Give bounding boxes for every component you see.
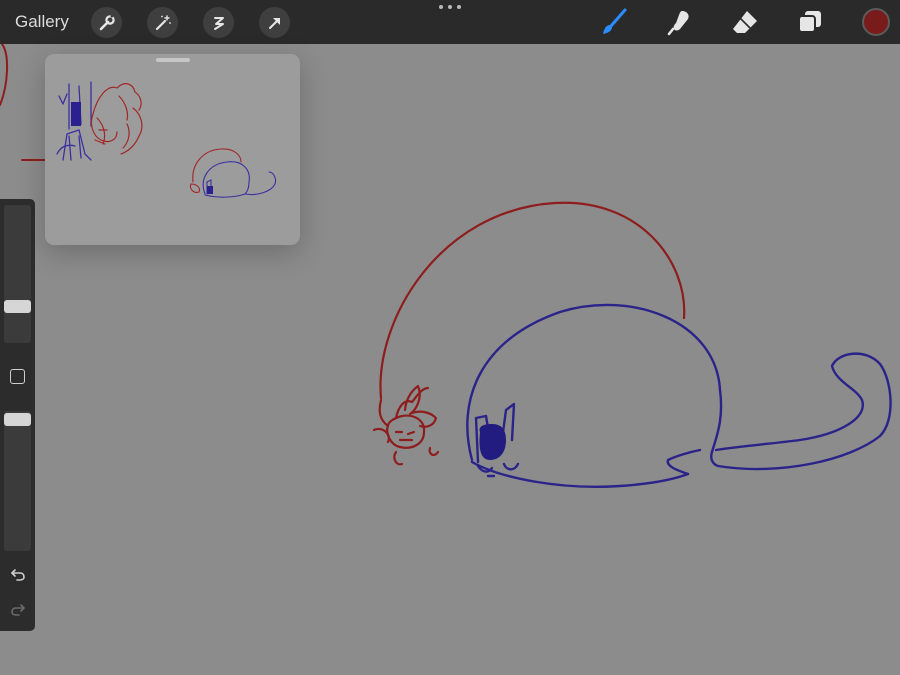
undo-icon: [10, 568, 25, 581]
brush-icon: [603, 8, 627, 34]
layers-button[interactable]: [793, 5, 827, 39]
opacity-thumb[interactable]: [4, 413, 31, 426]
selection-icon: [213, 16, 224, 30]
reference-window[interactable]: [45, 54, 300, 245]
brush-size-slider[interactable]: [4, 205, 31, 343]
left-sidebar: [0, 199, 35, 631]
brush-size-thumb[interactable]: [4, 300, 31, 313]
smudge-icon: [667, 11, 689, 36]
selection-button[interactable]: [203, 7, 234, 38]
layers-icon: [798, 11, 821, 33]
red-stroke-fragment: [0, 43, 9, 106]
dot-icon: [457, 5, 461, 9]
eraser-icon: [733, 11, 757, 33]
redo-button[interactable]: [8, 599, 27, 618]
opacity-slider[interactable]: [4, 411, 31, 551]
actions-button[interactable]: [91, 7, 122, 38]
transform-arrow-icon: [268, 17, 280, 29]
eraser-tool-button[interactable]: [728, 5, 762, 39]
adjustments-button[interactable]: [147, 7, 178, 38]
color-picker-button[interactable]: [862, 8, 890, 36]
dot-icon: [439, 5, 443, 9]
brush-tool-button[interactable]: [597, 5, 631, 39]
reference-thumbnail: [56, 81, 277, 198]
red-small-character: [372, 384, 440, 466]
reference-red-arc: [189, 148, 242, 193]
top-toolbar: Gallery: [0, 0, 900, 44]
red-arc-stroke: [379, 201, 686, 400]
reference-blue-cat-face: [207, 186, 213, 194]
modify-button[interactable]: [10, 369, 25, 384]
undo-button[interactable]: [8, 564, 27, 583]
magic-wand-icon: [155, 14, 171, 30]
dot-icon: [448, 5, 452, 9]
reference-blue-fill: [71, 102, 81, 126]
redo-icon: [10, 603, 25, 616]
more-options-button[interactable]: [439, 2, 461, 12]
blue-cat-face-fill: [479, 424, 506, 460]
reference-blue-cat: [202, 161, 277, 198]
blue-cat-drawing: [466, 303, 892, 488]
transform-button[interactable]: [259, 7, 290, 38]
wrench-icon: [99, 13, 115, 30]
smudge-tool-button[interactable]: [662, 5, 696, 39]
gallery-button[interactable]: Gallery: [15, 11, 69, 33]
reference-red-figure: [90, 83, 143, 155]
